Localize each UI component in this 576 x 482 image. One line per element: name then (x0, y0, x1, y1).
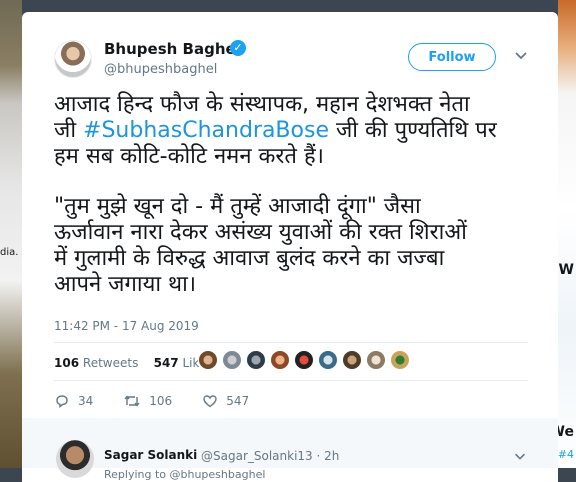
reply-author-name[interactable]: Sagar Solanki (104, 448, 197, 462)
tweet-paragraph-2: "तुम मुझे खून दो - मैं तुम्हें आजादी दूं… (54, 194, 524, 298)
follow-button[interactable]: Follow (408, 43, 496, 71)
retweet-icon (124, 395, 140, 407)
tweet-stats: 106 Retweets 547 Likes (54, 356, 213, 370)
reply-subtext: Replying to @bhupeshbaghel (104, 468, 266, 481)
retweets-count: 106 (54, 356, 80, 370)
retweet-action[interactable]: 106 (123, 393, 172, 409)
hashtag-link[interactable]: #SubhasChandraBose (83, 118, 329, 143)
reply-action[interactable]: 34 (54, 393, 93, 409)
liker-avatar[interactable] (198, 350, 218, 370)
divider (54, 342, 528, 343)
author-handle[interactable]: @bhupeshbaghel (104, 62, 217, 77)
reply-icon (56, 395, 68, 408)
tweet-actions: 34 106 547 (54, 393, 279, 409)
liker-avatar[interactable] (366, 350, 386, 370)
likes-count: 547 (153, 356, 179, 370)
divider (54, 380, 528, 381)
heart-icon (203, 395, 217, 408)
background-right-text: W (558, 262, 574, 278)
background-left (0, 0, 22, 468)
liker-avatar[interactable] (222, 350, 242, 370)
background-right (558, 0, 576, 468)
reply-author-avatar[interactable] (56, 440, 94, 478)
tweet-para2-line-1: "तुम मुझे खून दो - मैं तुम्हें आजादी दूं… (54, 194, 421, 219)
reply-section: Sagar Solanki @Sagar_Solanki13 · 2h Repl… (22, 418, 558, 481)
tweet-card: Bhupesh Baghel ✓ @bhupeshbaghel Follow आ… (22, 12, 558, 482)
retweets-label: Retweets (82, 356, 139, 370)
retweet-count: 106 (149, 394, 173, 408)
background-right-hashtag: #4 (557, 448, 574, 461)
tweet-line-1: आजाद हिन्द फौज के संस्थापक, महान देशभक्त… (54, 92, 470, 117)
liker-avatar[interactable] (318, 350, 338, 370)
tweet-para2-line-4: आपने जगाया था। (54, 272, 197, 297)
author-avatar[interactable] (54, 40, 92, 78)
liker-avatar[interactable] (270, 350, 290, 370)
reply-handle-time[interactable]: @Sagar_Solanki13 · 2h (201, 449, 339, 463)
background-left-text: dia. (0, 247, 19, 258)
tweet-paragraph-1: आजाद हिन्द फौज के संस्थापक, महान देशभक्त… (54, 92, 524, 170)
tweet-timestamp[interactable]: 11:42 PM - 17 Aug 2019 (54, 319, 199, 333)
tweet-line-2-prefix: जी (54, 118, 84, 143)
verified-badge-icon: ✓ (230, 40, 246, 56)
like-count: 547 (226, 394, 250, 408)
reply-count: 34 (78, 394, 94, 408)
liker-avatar[interactable] (294, 350, 314, 370)
tweet-text: आजाद हिन्द फौज के संस्थापक, महान देशभक्त… (54, 92, 524, 322)
liker-avatar[interactable] (390, 350, 410, 370)
tweet-line-2-suffix: जी की पुण्यतिथि पर (328, 118, 497, 143)
chevron-down-icon[interactable] (512, 46, 530, 64)
retweets-stat[interactable]: 106 Retweets (54, 356, 138, 370)
likers-avatars (198, 350, 414, 370)
tweet-para2-line-2: ऊर्जावान नारा देकर असंख्य युवाओं की रक्त… (54, 220, 467, 245)
tweet-para2-line-3: में गुलामी के विरुद्ध आवाज बुलंद करने का… (54, 246, 445, 271)
liker-avatar[interactable] (342, 350, 362, 370)
chevron-down-icon[interactable] (512, 448, 528, 464)
tweet-line-3: हम सब कोटि-कोटि नमन करते हैं। (54, 144, 324, 169)
like-action[interactable]: 547 (202, 393, 249, 409)
author-name[interactable]: Bhupesh Baghel (104, 40, 241, 58)
liker-avatar[interactable] (246, 350, 266, 370)
